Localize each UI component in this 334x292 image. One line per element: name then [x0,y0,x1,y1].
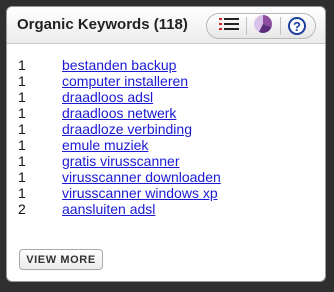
keyword-row: 1 emule muziek [18,137,318,153]
keyword-position: 1 [18,105,26,121]
keyword-link[interactable]: emule muziek [62,137,148,153]
keyword-link[interactable]: draadloos netwerk [62,105,176,121]
keyword-row: 1 bestanden backup [18,57,318,73]
view-toolbar: ? [206,13,316,39]
keyword-row: 1 virusscanner windows xp [18,185,318,201]
keyword-position: 1 [18,89,26,105]
keyword-position: 1 [18,185,26,201]
keyword-link[interactable]: draadloos adsl [62,89,153,105]
chart-view-button[interactable] [249,14,277,39]
list-icon [218,16,240,37]
keyword-link[interactable]: bestanden backup [62,57,176,73]
keyword-position: 2 [18,201,26,217]
list-view-button[interactable] [215,15,243,37]
keyword-link[interactable]: gratis virusscanner [62,153,180,169]
keyword-position: 1 [18,121,26,137]
keyword-link[interactable]: virusscanner downloaden [62,169,221,185]
keyword-position: 1 [18,137,26,153]
keyword-row: 2 aansluiten adsl [18,201,318,217]
pie-chart-icon [253,14,273,39]
keyword-position: 1 [18,57,26,73]
keyword-row: 1 draadloze verbinding [18,121,318,137]
keyword-row: 1 virusscanner downloaden [18,169,318,185]
widget-title: Organic Keywords (118) [17,16,188,33]
keyword-list: 1 bestanden backup 1 computer installeren 1 d… [18,57,318,217]
keyword-link[interactable]: draadloze verbinding [62,121,192,137]
keyword-row: 1 draadloos adsl [18,89,318,105]
keyword-row: 1 draadloos netwerk [18,105,318,121]
keyword-row: 1 gratis virusscanner [18,153,318,169]
view-more-button[interactable]: VIEW MORE [19,249,103,270]
widget-header: Organic Keywords (118) ? [7,7,325,44]
keyword-position: 1 [18,169,26,185]
keyword-position: 1 [18,153,26,169]
help-button[interactable]: ? [283,15,311,37]
toolbar-divider [246,17,247,35]
keyword-link[interactable]: aansluiten adsl [62,201,155,217]
keyword-row: 1 computer installeren [18,73,318,89]
organic-keywords-widget: Organic Keywords (118) ? 1 bestanden bac… [6,6,326,282]
keyword-link[interactable]: virusscanner windows xp [62,185,218,201]
keyword-position: 1 [18,73,26,89]
keyword-link[interactable]: computer installeren [62,73,188,89]
help-icon: ? [288,17,306,35]
toolbar-divider [280,17,281,35]
